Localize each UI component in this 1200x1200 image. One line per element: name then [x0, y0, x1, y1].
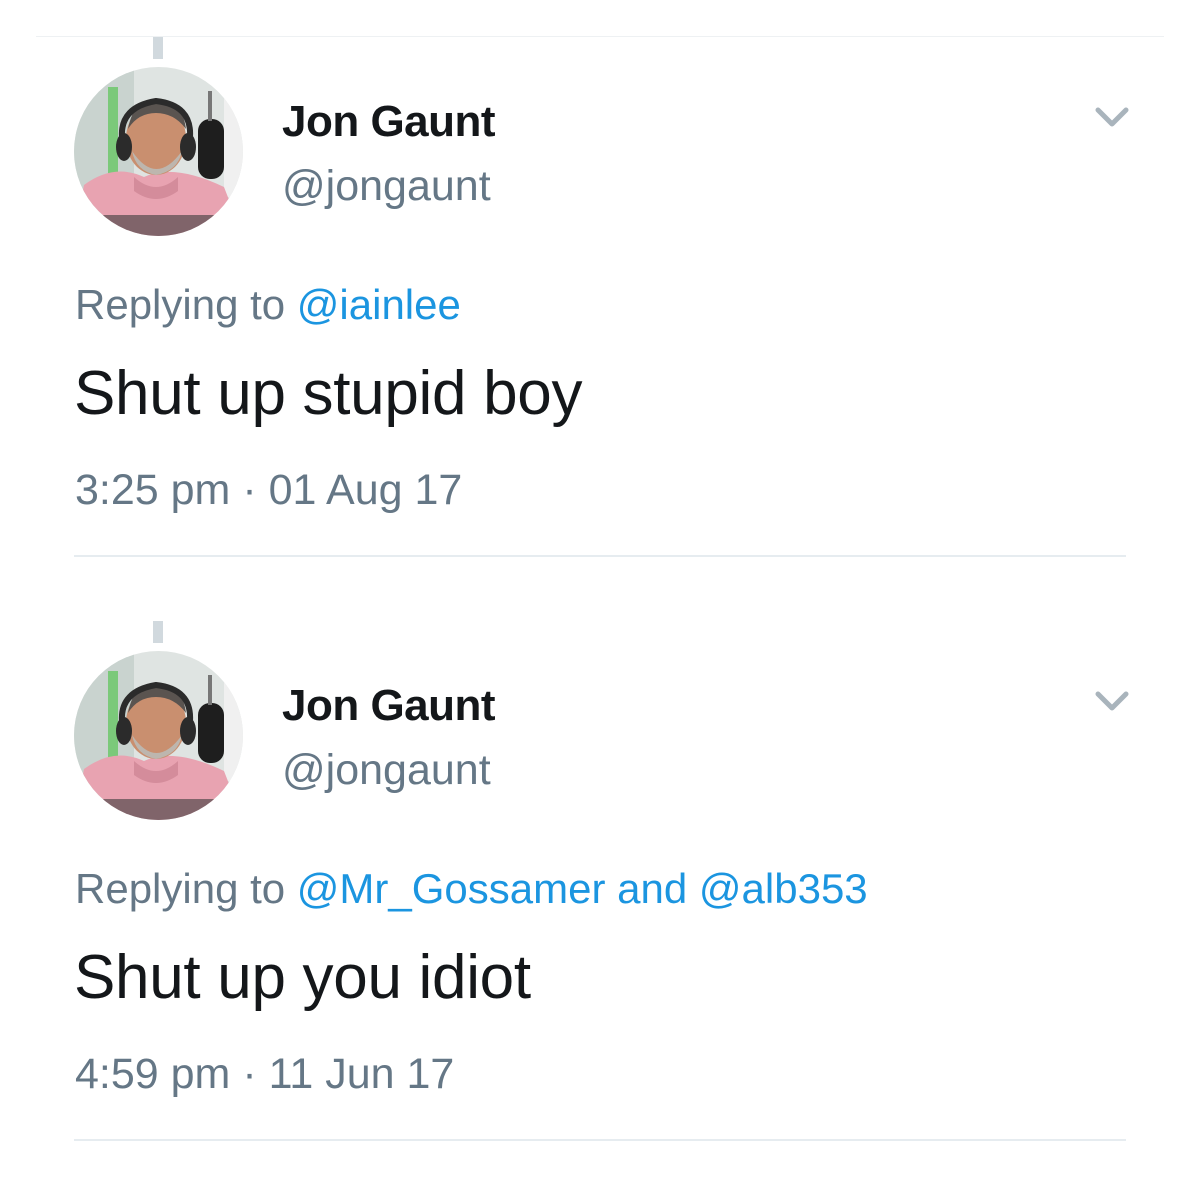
chevron-down-icon[interactable]: [1092, 103, 1132, 131]
tweet[interactable]: Jon Gaunt @jongaunt Replying to @iainlee…: [0, 0, 1200, 584]
replying-to-line: Replying to @Mr_Gossamer and @alb353: [75, 865, 868, 913]
thread-connector-line: [153, 621, 163, 643]
chevron-down-icon[interactable]: [1092, 687, 1132, 715]
handle[interactable]: @jongaunt: [282, 162, 491, 211]
handle[interactable]: @jongaunt: [282, 746, 491, 795]
tweet-thread: Jon Gaunt @jongaunt Replying to @iainlee…: [0, 0, 1200, 1200]
timestamp[interactable]: 3:25 pm · 01 Aug 17: [75, 466, 462, 515]
tweet-text: Shut up you idiot: [74, 943, 531, 1012]
mention-joiner: and: [617, 865, 688, 912]
mention-link[interactable]: @Mr_Gossamer: [297, 865, 606, 912]
profile-photo-icon: [74, 651, 243, 820]
mention-link[interactable]: @alb353: [699, 865, 868, 912]
display-name[interactable]: Jon Gaunt: [282, 681, 496, 731]
replying-to-line: Replying to @iainlee: [75, 281, 461, 329]
mention-link[interactable]: @iainlee: [297, 281, 461, 328]
tweet-divider: [74, 1139, 1126, 1141]
display-name[interactable]: Jon Gaunt: [282, 97, 496, 147]
tweet-time: 3:25 pm: [75, 466, 231, 514]
tweet[interactable]: Jon Gaunt @jongaunt Replying to @Mr_Goss…: [0, 584, 1200, 1168]
tweet-date: 01 Aug 17: [268, 466, 463, 514]
timestamp-separator: ·: [242, 466, 257, 514]
tweet-text: Shut up stupid boy: [74, 359, 583, 428]
replying-prefix: Replying to: [75, 281, 286, 328]
timestamp-separator: ·: [242, 1050, 257, 1098]
tweet-divider: [74, 555, 1126, 557]
timestamp[interactable]: 4:59 pm · 11 Jun 17: [75, 1050, 454, 1099]
replying-prefix: Replying to: [75, 865, 286, 912]
profile-photo-icon: [74, 67, 243, 236]
tweet-time: 4:59 pm: [75, 1050, 231, 1098]
thread-connector-line: [153, 37, 163, 59]
tweet-date: 11 Jun 17: [268, 1050, 455, 1098]
avatar[interactable]: [74, 67, 243, 236]
avatar[interactable]: [74, 651, 243, 820]
